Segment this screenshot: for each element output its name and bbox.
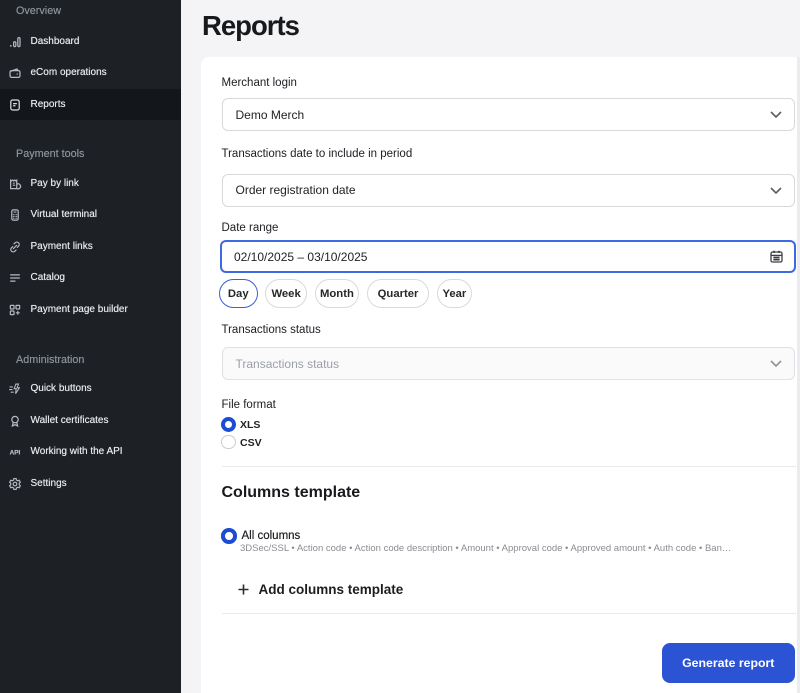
svg-text:API: API bbox=[10, 450, 21, 457]
